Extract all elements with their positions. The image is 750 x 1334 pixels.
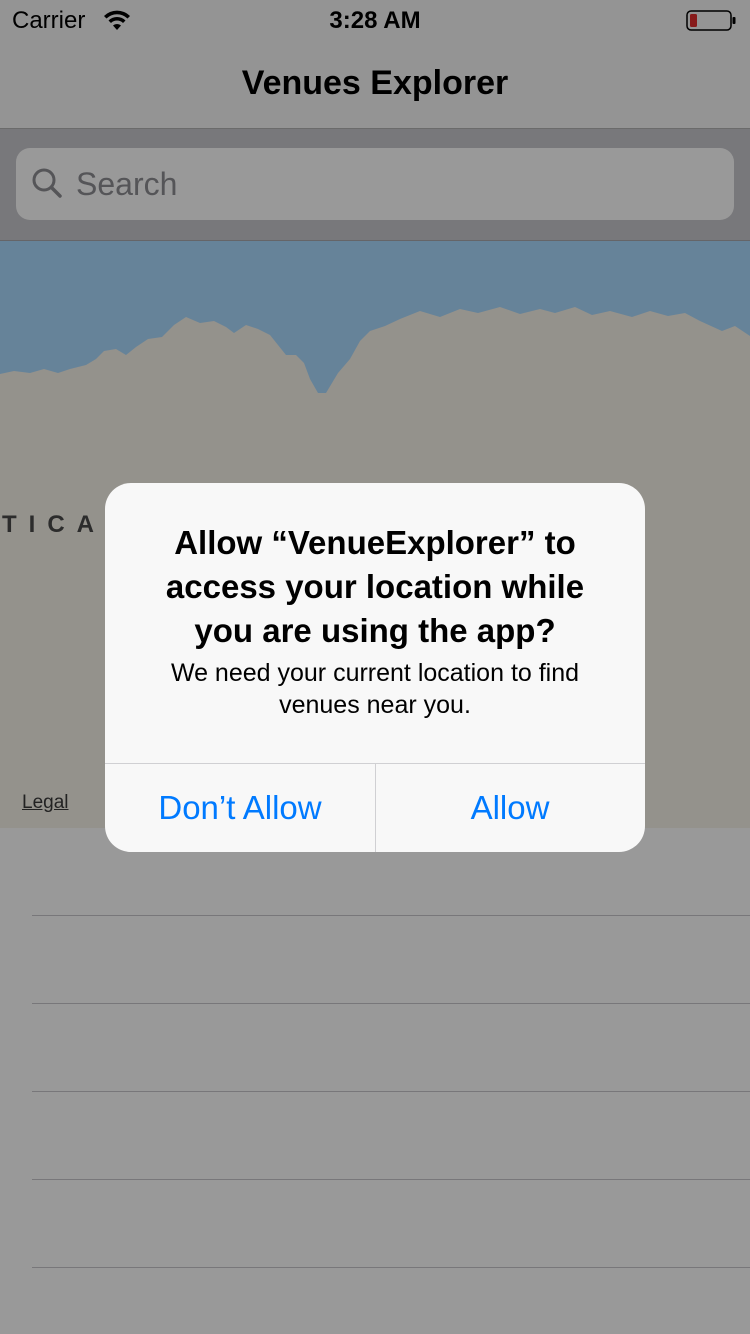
allow-button[interactable]: Allow	[375, 764, 645, 852]
dont-allow-button[interactable]: Don’t Allow	[105, 764, 375, 852]
location-permission-alert: Allow “VenueExplorer” to access your loc…	[105, 483, 645, 852]
alert-title: Allow “VenueExplorer” to access your loc…	[165, 524, 585, 649]
alert-message: We need your current location to find ve…	[170, 659, 580, 719]
